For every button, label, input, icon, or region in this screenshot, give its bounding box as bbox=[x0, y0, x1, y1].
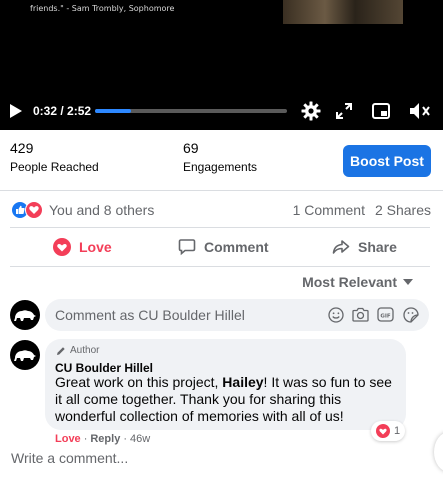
love-reaction-icon bbox=[375, 424, 390, 438]
svg-text:GIF: GIF bbox=[380, 313, 391, 319]
sort-label: Most Relevant bbox=[302, 274, 397, 290]
divider bbox=[0, 190, 443, 191]
comment-reply-link[interactable]: Reply bbox=[90, 433, 120, 445]
gif-icon[interactable]: GIF bbox=[377, 306, 394, 323]
people-reached-count: 429 bbox=[10, 140, 34, 156]
video-progress-bar[interactable] bbox=[95, 109, 287, 113]
people-reached-label: People Reached bbox=[10, 160, 99, 174]
fullscreen-icon[interactable] bbox=[334, 101, 354, 121]
camera-icon[interactable] bbox=[352, 306, 369, 323]
engagements-stat: 69 Engagements bbox=[183, 140, 257, 174]
reactions-summary[interactable]: You and 8 others bbox=[11, 200, 154, 220]
share-count-link[interactable]: 2 Shares bbox=[375, 202, 431, 218]
video-frame-image bbox=[283, 0, 403, 24]
commenter-name[interactable]: CU Boulder Hillel bbox=[55, 361, 153, 375]
comment-text-start: Great work on this project, bbox=[55, 374, 223, 390]
love-button[interactable]: Love bbox=[53, 236, 112, 258]
comment-icon bbox=[178, 239, 196, 256]
boost-post-button[interactable]: Boost Post bbox=[343, 145, 431, 177]
comment-bubble: Author CU Boulder Hillel Great work on t… bbox=[45, 339, 406, 430]
write-comment-input[interactable]: Write a comment... bbox=[11, 450, 128, 466]
comment-count-link[interactable]: 1 Comment bbox=[293, 202, 365, 218]
video-caption: friends." - Sam Trombly, Sophomore bbox=[30, 4, 175, 13]
comment-reaction-count: 1 bbox=[393, 425, 401, 437]
picture-in-picture-icon[interactable] bbox=[371, 101, 391, 121]
comment-mention[interactable]: Hailey bbox=[222, 374, 263, 390]
pencil-icon bbox=[57, 346, 65, 355]
buffalo-logo-icon bbox=[14, 310, 36, 321]
comment-meta: Love · Reply · 46w bbox=[55, 433, 150, 445]
comment-input-placeholder: Comment as CU Boulder Hillel bbox=[55, 307, 245, 323]
comment-reaction-pill[interactable]: 1 bbox=[371, 421, 405, 441]
share-button[interactable]: Share bbox=[332, 236, 397, 258]
engagement-counts: 1 Comment 2 Shares bbox=[293, 202, 431, 218]
emoji-icon[interactable] bbox=[327, 306, 344, 323]
page-avatar[interactable] bbox=[10, 300, 40, 330]
video-time: 0:32 / 2:52 bbox=[33, 104, 92, 118]
share-icon bbox=[332, 240, 350, 254]
comment-label: Comment bbox=[204, 239, 269, 255]
gear-icon[interactable] bbox=[300, 100, 322, 122]
author-badge-label: Author bbox=[70, 345, 100, 356]
engagements-count: 69 bbox=[183, 140, 199, 156]
comment-sort-dropdown[interactable]: Most Relevant bbox=[302, 274, 413, 290]
buffalo-logo-icon bbox=[14, 350, 36, 361]
comment-input[interactable]: Comment as CU Boulder Hillel GIF bbox=[45, 299, 429, 331]
commenter-avatar[interactable] bbox=[10, 340, 40, 370]
video-player[interactable]: friends." - Sam Trombly, Sophomore 0:32 … bbox=[0, 0, 443, 130]
comment-age[interactable]: · 46w bbox=[123, 433, 150, 445]
share-label: Share bbox=[358, 239, 397, 255]
floating-button-edge[interactable] bbox=[434, 432, 443, 472]
meta-separator: · bbox=[83, 433, 88, 445]
composer-tools: GIF bbox=[327, 306, 419, 323]
divider bbox=[10, 227, 430, 228]
love-icon bbox=[53, 238, 71, 256]
comment-button[interactable]: Comment bbox=[178, 236, 269, 258]
video-progress-fill bbox=[95, 109, 132, 113]
chevron-down-icon bbox=[403, 279, 413, 285]
volume-muted-icon[interactable] bbox=[408, 101, 432, 121]
people-reached-stat: 429 People Reached bbox=[10, 140, 99, 174]
comment-love-link[interactable]: Love bbox=[55, 433, 81, 445]
comment-text: Great work on this project, Hailey! It w… bbox=[55, 374, 400, 425]
engagements-label: Engagements bbox=[183, 160, 258, 174]
video-controls: 0:32 / 2:52 bbox=[0, 96, 443, 126]
sticker-icon[interactable] bbox=[402, 306, 419, 323]
love-reaction-icon bbox=[25, 201, 43, 219]
reactions-text: You and 8 others bbox=[49, 202, 155, 218]
love-label: Love bbox=[79, 239, 112, 255]
play-icon[interactable] bbox=[8, 102, 24, 120]
divider bbox=[10, 266, 430, 267]
author-badge: Author bbox=[56, 345, 99, 356]
